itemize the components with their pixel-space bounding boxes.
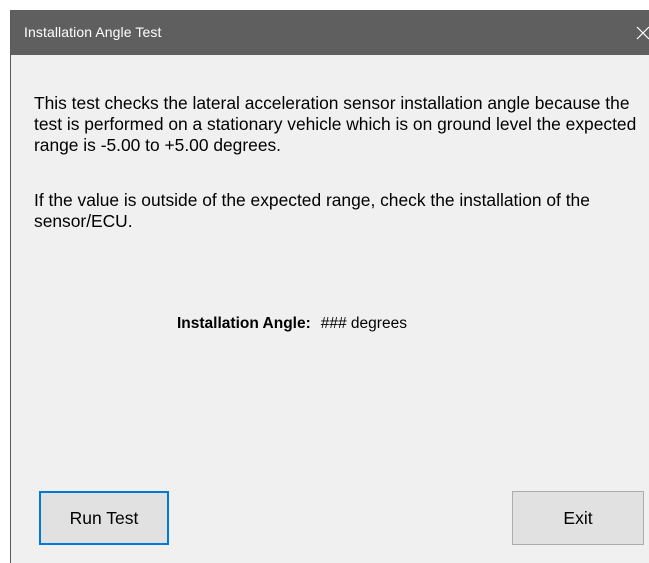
exit-button[interactable]: Exit	[512, 491, 644, 545]
close-button[interactable]	[620, 10, 649, 55]
window-title: Installation Angle Test	[24, 24, 162, 40]
installation-angle-value: ### degrees	[320, 315, 407, 332]
close-icon	[636, 26, 649, 40]
title-bar: Installation Angle Test	[11, 10, 649, 55]
installation-angle-label: Installation Angle:	[177, 315, 311, 332]
dialog-window: Installation Angle Test This test checks…	[10, 10, 649, 563]
installation-angle-row: Installation Angle: ### degrees	[177, 315, 407, 333]
test-description: This test checks the lateral acceleratio…	[34, 93, 637, 155]
test-instruction: If the value is outside of the expected …	[34, 190, 590, 231]
run-test-button[interactable]: Run Test	[39, 491, 169, 545]
